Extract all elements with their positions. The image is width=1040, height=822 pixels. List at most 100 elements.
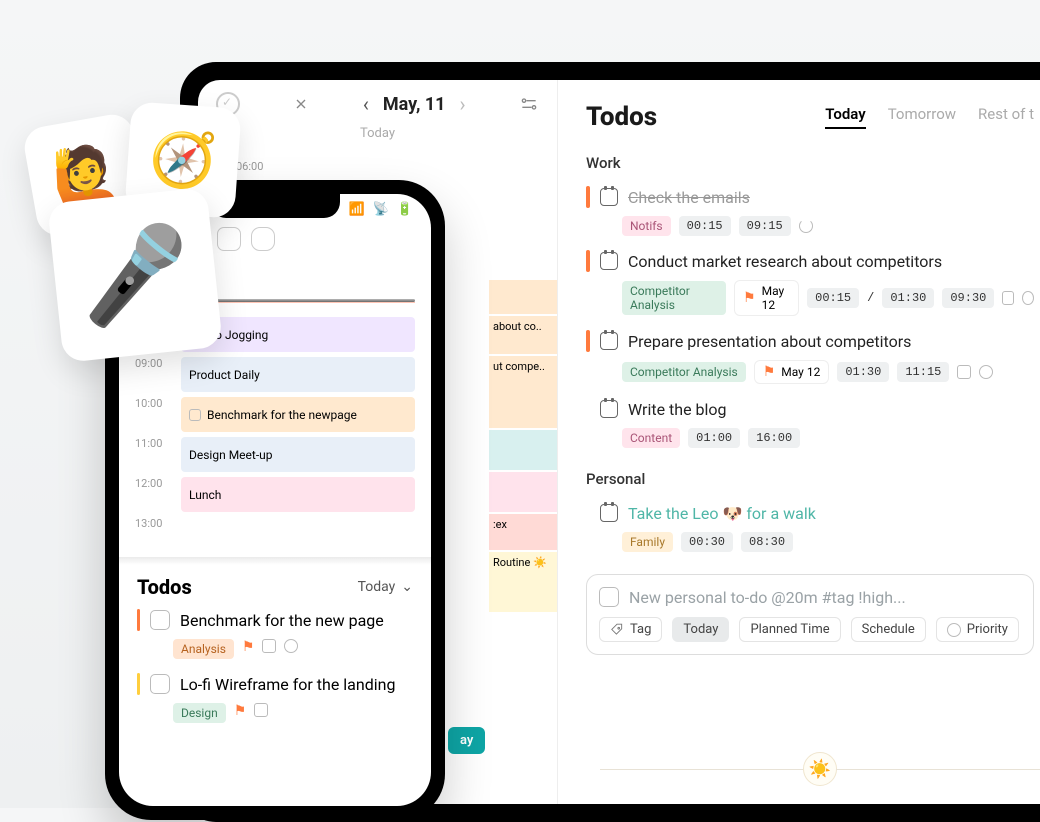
todo-title: Take the Leo 🐶 for a walk [628,504,816,523]
calendar-icon[interactable] [600,400,618,418]
repeat-icon[interactable] [799,219,813,233]
section-work-label: Work [586,154,1034,172]
event-sliver[interactable] [489,280,557,314]
current-date: May, 11 [383,94,446,115]
date-scope-tabs: Today Tomorrow Rest of t [825,105,1034,129]
todo-title: Check the emails [628,188,750,207]
composer-chip-priority[interactable]: Priority [936,617,1019,642]
calendar-icon[interactable] [600,332,618,350]
flag-icon: ⚑ [743,290,756,306]
time-marker: 11:00 [135,437,181,450]
flag-icon[interactable]: ⚑ [242,639,255,659]
priority-circle-icon[interactable] [284,639,298,653]
todo-title: Write the blog [628,400,727,419]
close-icon[interactable] [293,96,309,112]
section-personal-label: Personal [586,470,1034,488]
new-todo-composer[interactable]: New personal to-do @20m #tag !high... Ta… [586,574,1034,655]
priority-circle-icon[interactable] [979,365,993,379]
phone-scope-selector[interactable]: Today⌄ [358,579,413,595]
open-list-icon[interactable] [251,227,275,251]
todo-row[interactable]: Benchmark for the new page [137,609,413,631]
composer-chip-planned-time[interactable]: Planned Time [739,617,840,642]
flag-icon[interactable]: ⚑ [234,703,247,723]
note-icon[interactable] [262,639,276,653]
sun-icon: ☀️ [803,752,837,786]
timeline-event[interactable]: Benchmark for the newpage [181,397,415,432]
composer-chip-tag[interactable]: Tag [599,617,662,642]
todo-row[interactable]: Take the Leo 🐶 for a walk Family 00:30 0… [586,502,1034,552]
composer-chip-schedule[interactable]: Schedule [851,617,926,642]
battery-icon: 🔋 [397,202,413,217]
todo-title: Conduct market research about competitor… [628,252,942,271]
settings-icon[interactable] [519,94,539,114]
priority-bar-high [586,250,590,272]
todo-title: Prepare presentation about competitors [628,332,911,351]
composer-chip-today[interactable]: Today [672,617,729,642]
priority-bar-high [586,330,590,352]
checkbox-empty-icon [189,409,201,421]
tag-content[interactable]: Content [622,428,680,448]
todo-row[interactable]: Conduct market research about competitor… [586,250,1034,316]
tab-today[interactable]: Today [825,105,865,129]
scheduled-time: 09:15 [739,216,791,236]
time-sep: / [867,291,874,305]
dog-emoji-icon: 🐶 [722,504,742,523]
checkbox-empty-icon[interactable] [150,610,170,630]
tablet-header: ‹ May, 11 › [206,80,549,128]
todo-row[interactable]: Prepare presentation about competitors C… [586,330,1034,384]
priority-bar-none [586,398,590,420]
tag-competitor-analysis[interactable]: Competitor Analysis [622,281,726,315]
planned-duration: 01:30 [837,362,889,382]
timeline-shadow [119,557,431,565]
calendar-icon[interactable] [600,252,618,270]
calendar-icon[interactable] [600,188,618,206]
checkbox-empty-icon[interactable] [599,587,619,607]
planned-duration: 01:30 [882,288,934,308]
event-sliver[interactable] [489,472,557,512]
time-marker: 09:00 [135,357,181,370]
event-sliver[interactable]: :ex [489,514,557,550]
chevron-down-icon: ⌄ [401,579,413,595]
todo-row[interactable]: Check the emails Notifs 00:15 09:15 [586,186,1034,236]
today-label[interactable]: Today [206,126,549,141]
todo-row[interactable]: Write the blog Content 01:00 16:00 [586,398,1034,448]
tab-tomorrow[interactable]: Tomorrow [888,105,956,129]
event-sliver[interactable]: about co.. [489,316,557,354]
flag-icon: ⚑ [763,364,776,380]
note-icon[interactable] [957,365,971,379]
timeline-event[interactable]: Lunch [181,477,415,512]
chevron-right-icon[interactable]: › [460,92,466,116]
priority-circle-icon[interactable] [1022,291,1034,305]
tab-rest-of-week[interactable]: Rest of t [978,105,1034,129]
event-slivers: about co.. ut compe.. :ex Routine ☀️ [489,220,557,614]
timeline-event[interactable]: Product Daily [181,357,415,392]
note-icon[interactable] [254,703,268,717]
todo-row[interactable]: Lo-fi Wireframe for the landing [137,673,413,695]
checkbox-empty-icon[interactable] [150,674,170,694]
open-calendar-icon[interactable] [217,227,241,251]
emoji-card-microphone: 🎤 [47,187,223,363]
due-date-chip[interactable]: ⚑ May 12 [754,360,830,384]
event-sliver[interactable]: ut compe.. [489,356,557,428]
event-sliver[interactable] [489,430,557,470]
phone-todos-pane: Todos Today⌄ Benchmark for the new page … [119,565,431,747]
tag-family[interactable]: Family [622,532,673,552]
tag-design[interactable]: Design [173,703,226,723]
due-date-chip[interactable]: ⚑ May 12 [734,280,799,316]
calendar-icon[interactable] [600,504,618,522]
tag-notifs[interactable]: Notifs [622,216,671,236]
timeline-event[interactable]: Design Meet-up [181,437,415,472]
tag-analysis[interactable]: Analysis [173,639,234,659]
due-date-label: May 12 [781,365,820,379]
tag-competitor-analysis[interactable]: Competitor Analysis [622,362,746,382]
scheduled-time: 11:15 [897,362,949,382]
chevron-left-icon[interactable]: ‹ [363,92,369,116]
time-marker: 13:00 [135,517,181,530]
event-sliver[interactable]: Routine ☀️ [489,552,557,612]
scheduled-time: 08:30 [741,532,793,552]
jump-today-button[interactable]: ay [448,727,485,754]
note-icon[interactable] [1002,291,1014,305]
todo-title: Benchmark for the new page [180,611,384,630]
due-date-label: May 12 [762,284,791,312]
new-todo-input[interactable]: New personal to-do @20m #tag !high... [629,588,906,607]
